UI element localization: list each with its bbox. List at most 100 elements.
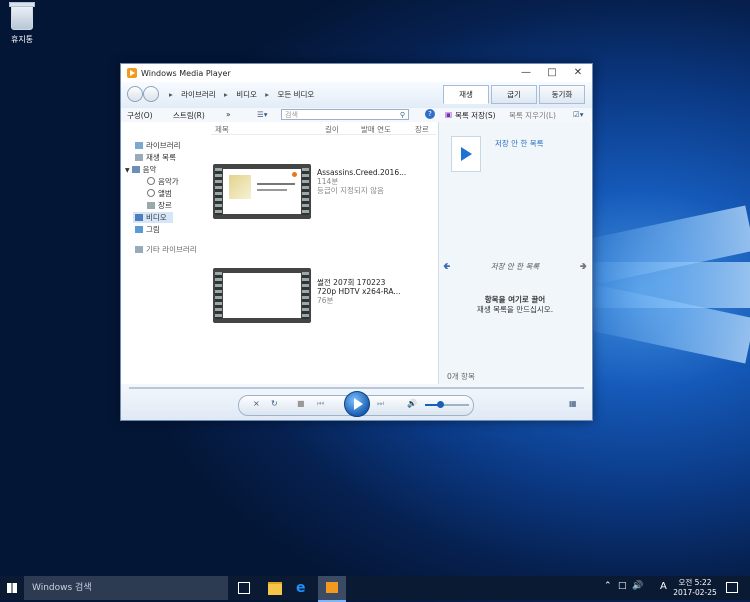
clock[interactable]: 오전 5:22 2017-02-25	[672, 578, 718, 598]
save-list-button[interactable]: 목록 저장(S)	[455, 110, 496, 121]
taskbar-search-input[interactable]: Windows 검색	[24, 576, 228, 600]
forward-button[interactable]	[143, 86, 159, 102]
breadcrumb-item[interactable]: 라이브러리	[181, 90, 216, 99]
video-info: Assassins.Creed.2016... 114분 등급이 지정되지 않음	[317, 168, 406, 195]
volume-tray-icon[interactable]: 🔊	[632, 581, 643, 591]
repeat-icon[interactable]: ↻	[271, 399, 278, 408]
playlist-header: 저장 안 한 목록	[490, 262, 540, 271]
playlist-icon[interactable]	[451, 136, 481, 172]
maximize-button[interactable]: □	[539, 64, 565, 82]
close-button[interactable]: ✕	[565, 64, 591, 82]
more-button[interactable]: »	[226, 110, 231, 119]
sidebar-item-label: 기타 라이브러리	[146, 245, 197, 254]
list-options-icon[interactable]: ☑▾	[573, 110, 584, 119]
video-length: 76분	[317, 296, 334, 305]
sidebar-item-label: 라이브러리	[146, 141, 181, 150]
media-player-icon	[326, 582, 338, 593]
help-icon[interactable]: ?	[425, 109, 435, 119]
video-title: Assassins.Creed.2016...	[317, 168, 407, 177]
breadcrumb: ▸ 라이브러리 ▸ 비디오 ▸ 모든 비디오	[169, 89, 320, 100]
sidebar-item-genre[interactable]: 장르	[147, 200, 172, 211]
video-title: 썰전 207회 170223	[317, 278, 386, 287]
stop-icon[interactable]: ■	[297, 399, 305, 408]
window-title: Windows Media Player	[141, 68, 231, 78]
album-icon	[147, 189, 155, 197]
taskbar: Windows 검색 e ⌃ □ 🔊 A 오전 5:22 2017-02-25	[0, 576, 750, 602]
video-title: 720p HDTV x264-RA...	[317, 287, 401, 296]
film-holes	[215, 272, 222, 319]
sidebar-item-library[interactable]: 라이브러리	[135, 140, 181, 151]
network-icon[interactable]: □	[618, 581, 627, 591]
picture-icon	[135, 226, 143, 233]
chevron-right-icon: ▸	[224, 90, 228, 99]
sidebar-item-video[interactable]: 비디오	[133, 212, 173, 223]
sidebar-item-other-libraries[interactable]: 기타 라이브러리	[135, 244, 197, 255]
library-sidebar: 라이브러리 재생 목록 ▼ 음악 음악가 앨범 장르 비디오 그림 기타 라이브러…	[121, 122, 210, 384]
list-item[interactable]: Assassins.Creed.2016... 114분 등급이 지정되지 않음	[211, 162, 436, 220]
minimize-button[interactable]: —	[513, 64, 539, 82]
shuffle-icon[interactable]: ⨯	[253, 399, 260, 408]
recycle-bin-icon	[9, 2, 35, 30]
volume-icon[interactable]: 🔊	[407, 399, 417, 408]
artist-icon	[147, 177, 155, 185]
chevron-down-icon[interactable]: ▼	[125, 167, 130, 174]
list-item[interactable]: 썰전 207회 170223 720p HDTV x264-RA... 76분	[211, 266, 436, 324]
volume-thumb[interactable]	[437, 401, 444, 408]
task-view-icon[interactable]	[238, 582, 250, 594]
tab-play[interactable]: 재생	[443, 85, 489, 104]
thumbnail-dot	[292, 172, 297, 177]
next-list-arrow[interactable]: 🢂	[580, 259, 587, 275]
ime-indicator[interactable]: A	[660, 581, 667, 592]
sidebar-item-label: 음악	[142, 165, 157, 174]
tab-burn[interactable]: 굽기	[491, 85, 537, 104]
music-icon	[131, 166, 140, 173]
drag-hint-subtitle: 재생 목록을 만드십시오.	[476, 305, 554, 314]
clock-time: 오전 5:22	[678, 578, 712, 587]
sidebar-item-label: 장르	[158, 201, 172, 210]
clock-date: 2017-02-25	[673, 588, 717, 597]
switch-view-icon[interactable]: ▦	[569, 399, 577, 408]
save-list-icon: ▣	[445, 110, 453, 119]
seek-bar[interactable]	[129, 387, 584, 389]
tray-chevron-icon[interactable]: ⌃	[604, 581, 612, 591]
breadcrumb-item[interactable]: 모든 비디오	[277, 90, 314, 99]
chevron-right-icon: ▸	[169, 90, 173, 99]
media-player-taskbar-icon[interactable]	[318, 576, 346, 602]
thumbnail-image	[223, 273, 301, 318]
organize-menu[interactable]: 구성(O)	[127, 110, 153, 121]
thumbnail-logo	[229, 175, 251, 199]
sidebar-item-music[interactable]: ▼ 음악	[125, 164, 156, 175]
tab-sync[interactable]: 동기화	[539, 85, 585, 104]
previous-icon[interactable]: ⏮	[317, 399, 324, 409]
sidebar-item-pictures[interactable]: 그림	[135, 224, 160, 235]
sidebar-item-artist[interactable]: 음악가	[147, 176, 179, 187]
video-thumbnail[interactable]	[213, 164, 311, 219]
clear-list-button[interactable]: 목록 지우기(L)	[509, 110, 556, 121]
unsaved-list-title[interactable]: 저장 안 한 목록	[495, 138, 544, 149]
video-thumbnail[interactable]	[213, 268, 311, 323]
breadcrumb-item[interactable]: 비디오	[236, 90, 257, 99]
sidebar-item-album[interactable]: 앨범	[147, 188, 172, 199]
film-holes	[302, 168, 309, 215]
search-icon[interactable]: ⚲	[400, 110, 405, 121]
next-icon[interactable]: ⏭	[377, 399, 384, 409]
play-triangle	[461, 147, 472, 161]
search-input[interactable]: 검색 ⚲	[281, 109, 409, 120]
recycle-bin[interactable]: 휴지통	[6, 2, 38, 45]
back-button[interactable]	[127, 86, 143, 102]
view-options-icon[interactable]: ☰▾	[257, 110, 268, 119]
play-button[interactable]	[344, 391, 370, 417]
file-explorer-icon[interactable]	[268, 582, 282, 595]
genre-icon	[147, 202, 155, 209]
notification-icon[interactable]	[726, 582, 738, 593]
media-player-icon	[127, 68, 137, 78]
stream-menu[interactable]: 스트림(R)	[173, 110, 205, 121]
playback-controls: ⨯ ↻ ■ ⏮ ⏭ 🔊 ▦	[121, 384, 592, 420]
start-button[interactable]	[0, 576, 24, 600]
navigation-bar: ▸ 라이브러리 ▸ 비디오 ▸ 모든 비디오 재생 굽기 동기화	[121, 82, 592, 108]
edge-icon[interactable]: e	[296, 580, 306, 596]
playlist-count: 0개 항목	[447, 372, 475, 381]
sidebar-item-playlists[interactable]: 재생 목록	[135, 152, 176, 163]
volume-slider[interactable]	[425, 401, 469, 408]
media-player-window: Windows Media Player — □ ✕ ▸ 라이브러리 ▸ 비디오…	[120, 63, 593, 421]
